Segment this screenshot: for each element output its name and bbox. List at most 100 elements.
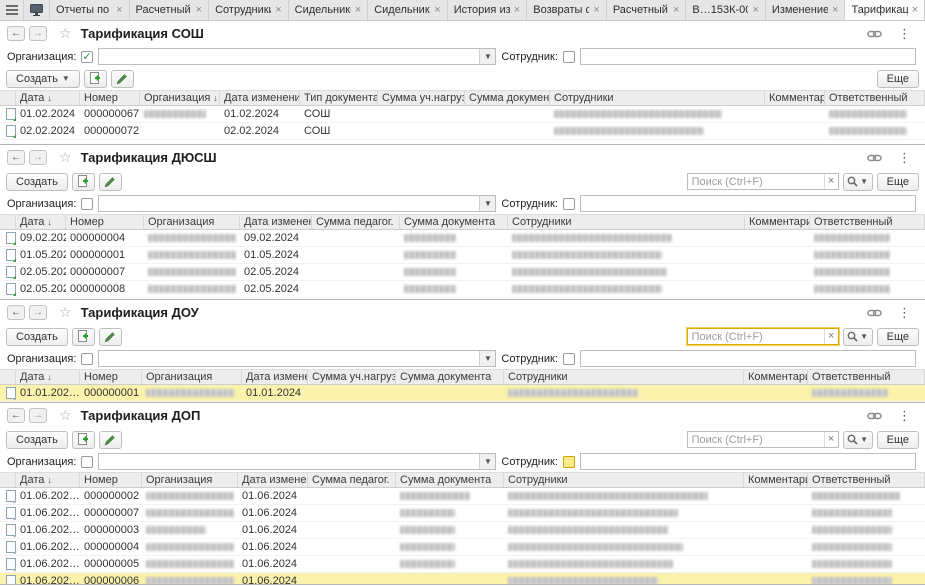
organization-filter-checkbox[interactable] — [81, 198, 93, 210]
forward-button[interactable]: → — [29, 408, 47, 423]
tab-close-icon[interactable]: × — [275, 5, 281, 16]
column-header[interactable]: Дата↓ — [16, 215, 66, 229]
set-responsible-button[interactable] — [99, 328, 122, 346]
employee-filter-checkbox[interactable] — [563, 353, 575, 365]
column-header[interactable]: Номер — [80, 91, 140, 105]
tab[interactable]: В…153К-000001× — [686, 0, 766, 20]
column-header[interactable]: Сумма педагог. — [308, 473, 396, 487]
table-row[interactable]: 01.06.202…00000000601.06.2024 — [0, 573, 925, 585]
copy-document-button[interactable] — [72, 173, 95, 191]
forward-button[interactable]: → — [29, 150, 47, 165]
organization-filter-checkbox[interactable] — [81, 456, 93, 468]
favorite-star-icon[interactable]: ☆ — [59, 149, 72, 166]
forward-button[interactable]: → — [29, 305, 47, 320]
tab[interactable]: Сидельников…× — [368, 0, 448, 20]
column-header[interactable]: Сумма уч.нагрузка — [378, 91, 465, 105]
get-link-icon[interactable] — [862, 153, 887, 163]
clear-search-icon[interactable]: × — [824, 432, 838, 447]
organization-filter-checkbox[interactable] — [81, 353, 93, 365]
tab[interactable]: Тарификация …× — [845, 0, 925, 20]
tab-close-icon[interactable]: × — [912, 5, 918, 16]
tab[interactable]: Расчетный ли…× — [130, 0, 210, 20]
create-button[interactable]: Создать — [6, 431, 68, 449]
create-button[interactable]: Создать — [6, 173, 68, 191]
set-responsible-button[interactable] — [99, 431, 122, 449]
column-header[interactable]: Дата изменения — [242, 370, 308, 384]
organization-filter-checkbox[interactable] — [81, 51, 93, 63]
column-header[interactable]: Дата↓ — [16, 473, 80, 487]
employee-filter-checkbox[interactable] — [563, 456, 575, 468]
organization-combo[interactable]: ▼ — [98, 350, 496, 367]
column-header[interactable]: Дата↓ — [16, 370, 80, 384]
table-row[interactable]: 01.06.202…00000000401.06.2024 — [0, 539, 925, 556]
search-input[interactable] — [688, 331, 824, 343]
tab[interactable]: Возвраты сот…× — [527, 0, 607, 20]
back-button[interactable]: ← — [7, 408, 25, 423]
copy-document-button[interactable] — [84, 70, 107, 88]
search-input[interactable] — [688, 434, 824, 446]
more-button[interactable]: Еще — [877, 431, 919, 449]
back-button[interactable]: ← — [7, 305, 25, 320]
combo-dropdown-icon[interactable]: ▼ — [479, 49, 495, 64]
clear-search-icon[interactable]: × — [824, 329, 838, 344]
tab-close-icon[interactable]: × — [434, 5, 440, 16]
tab-close-icon[interactable]: × — [752, 5, 758, 16]
table-row[interactable]: 09.02.202…00000000409.02.2024 — [0, 230, 925, 247]
column-header[interactable]: Комментарий — [765, 91, 825, 105]
column-header[interactable]: Ответственный — [808, 473, 925, 487]
combo-dropdown-icon[interactable]: ▼ — [479, 454, 495, 469]
tab-close-icon[interactable]: × — [593, 5, 599, 16]
tab[interactable]: Сидельников…× — [289, 0, 369, 20]
combo-dropdown-icon[interactable]: ▼ — [479, 351, 495, 366]
search-button[interactable]: ▼ — [843, 328, 873, 346]
column-header[interactable]: Сумма документа — [465, 91, 550, 105]
favorite-star-icon[interactable]: ☆ — [59, 25, 72, 42]
column-header[interactable]: Номер — [66, 215, 144, 229]
table-row[interactable]: 01.02.202400000006701.02.2024СОШ — [0, 106, 925, 123]
table-row[interactable]: 01.01.202…00000000101.01.2024 — [0, 385, 925, 402]
table-row[interactable]: 01.06.202…00000000201.06.2024 — [0, 488, 925, 505]
employee-input[interactable] — [580, 453, 916, 470]
more-menu-icon[interactable]: ⋮ — [891, 26, 918, 42]
search-input[interactable] — [688, 176, 824, 188]
employee-filter-checkbox[interactable] — [563, 198, 575, 210]
column-header[interactable]: Организация — [142, 370, 242, 384]
employee-filter-checkbox[interactable] — [563, 51, 575, 63]
organization-combo[interactable]: ▼ — [98, 48, 496, 65]
tab-close-icon[interactable]: × — [673, 5, 679, 16]
hamburger-menu-icon[interactable] — [0, 0, 24, 20]
table-row[interactable]: 01.06.202…00000000501.06.2024 — [0, 556, 925, 573]
column-header[interactable]: Номер — [80, 473, 142, 487]
column-header[interactable]: Сотрудники — [504, 473, 744, 487]
table-row[interactable]: 02.05.202…00000000702.05.2024 — [0, 264, 925, 281]
tab[interactable]: Отчеты по за…× — [50, 0, 130, 20]
column-header[interactable]: Комментарий — [744, 473, 808, 487]
employee-input[interactable] — [580, 195, 916, 212]
tab-close-icon[interactable]: × — [832, 5, 838, 16]
column-header[interactable]: Дата изменения — [220, 91, 300, 105]
column-header[interactable]: Организация — [142, 473, 238, 487]
set-responsible-button[interactable] — [111, 70, 134, 88]
more-menu-icon[interactable]: ⋮ — [891, 150, 918, 166]
favorite-star-icon[interactable]: ☆ — [59, 407, 72, 424]
organization-combo[interactable]: ▼ — [98, 453, 496, 470]
combo-dropdown-icon[interactable]: ▼ — [479, 196, 495, 211]
search-button[interactable]: ▼ — [843, 173, 873, 191]
column-header[interactable]: Сумма документа — [396, 370, 504, 384]
organization-combo[interactable]: ▼ — [98, 195, 496, 212]
table-row[interactable]: 01.06.202…00000000301.06.2024 — [0, 522, 925, 539]
more-button[interactable]: Еще — [877, 328, 919, 346]
clear-search-icon[interactable]: × — [824, 174, 838, 189]
favorite-star-icon[interactable]: ☆ — [59, 304, 72, 321]
column-header[interactable]: Сотрудники — [508, 215, 745, 229]
tab-close-icon[interactable]: × — [355, 5, 361, 16]
tab[interactable]: Изменение оп…× — [766, 0, 846, 20]
table-row[interactable]: 01.05.202…00000000101.05.2024 — [0, 247, 925, 264]
column-header[interactable]: Комментарий — [745, 215, 810, 229]
column-header[interactable]: Ответственный — [825, 91, 925, 105]
column-header[interactable]: Сотрудники — [550, 91, 765, 105]
column-header[interactable]: Тип документа — [300, 91, 378, 105]
column-header[interactable]: Сумма документа — [400, 215, 508, 229]
back-button[interactable]: ← — [7, 150, 25, 165]
forward-button[interactable]: → — [29, 26, 47, 41]
